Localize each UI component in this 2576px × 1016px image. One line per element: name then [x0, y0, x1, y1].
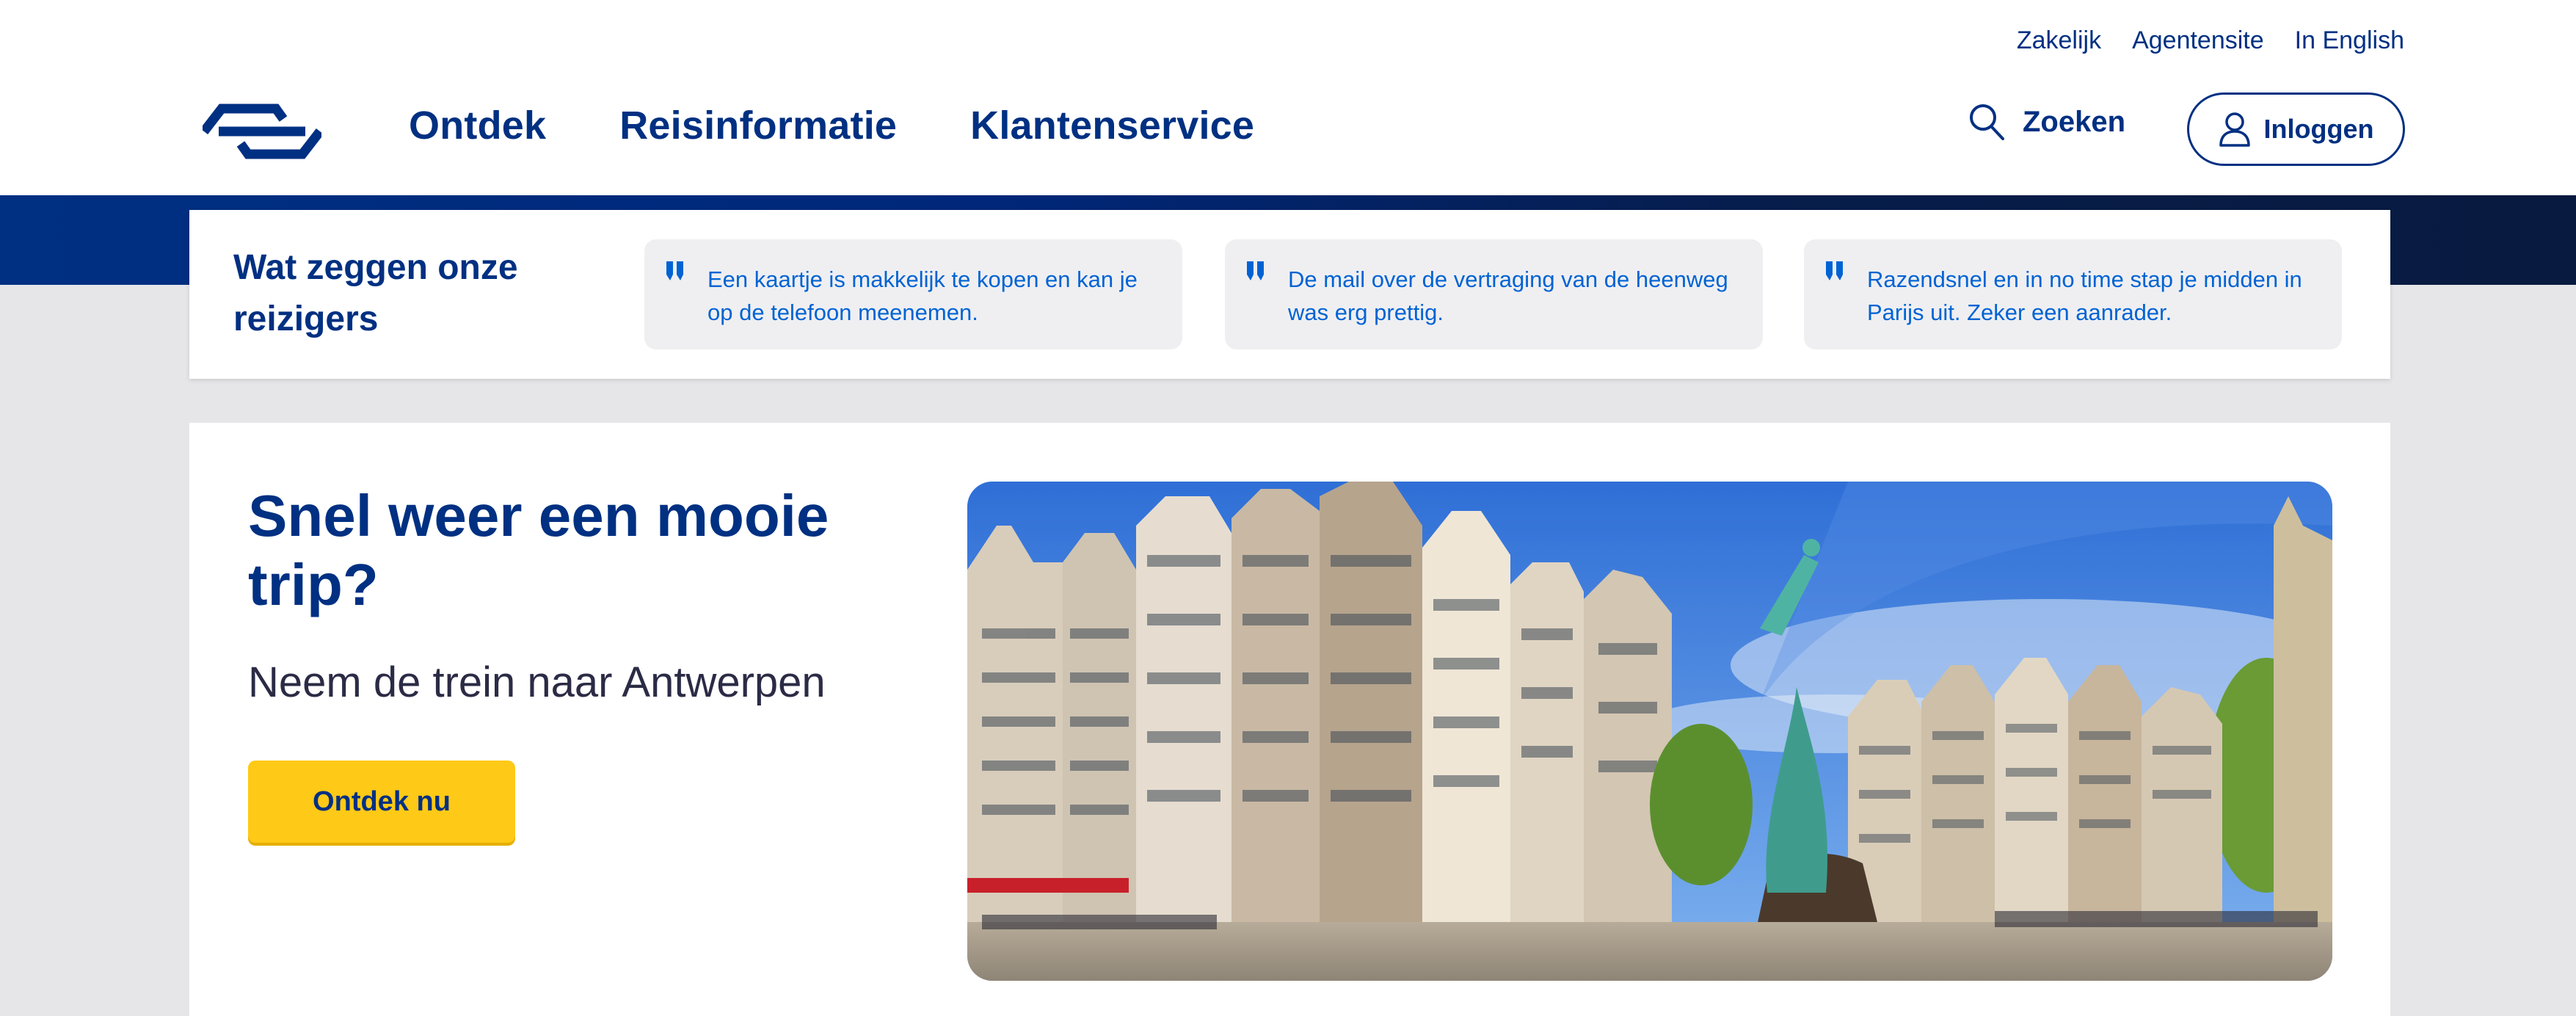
review-card: De mail over de vertraging van de heenwe…: [1225, 239, 1763, 349]
discover-now-button[interactable]: Ontdek nu: [248, 761, 515, 843]
utility-link-in-english[interactable]: In English: [2295, 26, 2404, 55]
hero-card: Snel weer een mooie trip? Neem de trein …: [189, 423, 2390, 1016]
review-quote-text: Razendsnel en in no time stap je midden …: [1867, 266, 2302, 325]
hero-title: Snel weer een mooie trip?: [248, 483, 829, 617]
search-button[interactable]: Zoeken: [1968, 103, 2125, 141]
ns-logo-icon[interactable]: [200, 101, 324, 162]
login-label: Inloggen: [2263, 114, 2374, 144]
traveler-reviews: Wat zeggen onze reizigers Een kaartje is…: [189, 210, 2390, 379]
utility-nav: Zakelijk Agentensite In English: [2017, 26, 2404, 55]
quote-icon: [1824, 261, 1845, 280]
review-quote-text: Een kaartje is makkelijk te kopen en kan…: [707, 266, 1138, 325]
quote-icon: [1245, 261, 1266, 280]
utility-link-agentensite[interactable]: Agentensite: [2132, 26, 2264, 55]
quote-icon: [665, 261, 685, 280]
utility-link-zakelijk[interactable]: Zakelijk: [2017, 26, 2101, 55]
nav-klantenservice[interactable]: Klantenservice: [970, 103, 1254, 148]
review-quote-text: De mail over de vertraging van de heenwe…: [1288, 266, 1728, 325]
site-header: Zakelijk Agentensite In English Ontdek R…: [0, 0, 2576, 195]
search-label: Zoeken: [2023, 105, 2126, 138]
user-icon: [2219, 112, 2251, 147]
nav-ontdek[interactable]: Ontdek: [409, 103, 546, 148]
review-card: Razendsnel en in no time stap je midden …: [1804, 239, 2342, 349]
reviews-title: Wat zeggen onze reizigers: [233, 248, 518, 338]
login-button[interactable]: Inloggen: [2187, 92, 2405, 166]
hero-subtitle: Neem de trein naar Antwerpen: [248, 658, 826, 706]
main-nav: Ontdek Reisinformatie Klantenservice: [409, 103, 1254, 148]
review-card: Een kaartje is makkelijk te kopen en kan…: [644, 239, 1182, 349]
nav-reisinformatie[interactable]: Reisinformatie: [619, 103, 897, 148]
search-icon: [1968, 103, 2005, 141]
antwerp-grote-markt-photo[interactable]: [967, 482, 2332, 981]
